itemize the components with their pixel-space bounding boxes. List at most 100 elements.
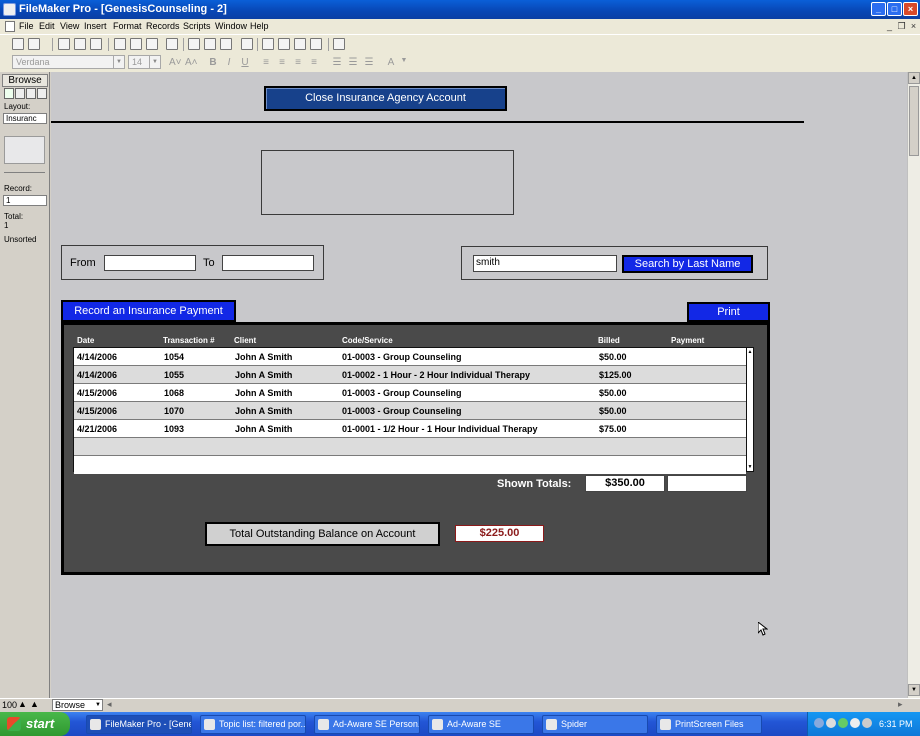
scroll-down-icon[interactable]: ▼ (747, 464, 753, 470)
zoom-level[interactable]: 100 (2, 700, 17, 710)
align-left-icon[interactable]: ≡ (260, 57, 272, 68)
menu-help[interactable]: Help (250, 20, 269, 33)
layout-tool-icon[interactable] (26, 88, 36, 99)
record-insurance-payment-button[interactable]: Record an Insurance Payment (61, 300, 236, 322)
taskbar-item[interactable]: Ad-Aware SE (428, 715, 534, 734)
bullet-list-icon[interactable]: ☰ (347, 57, 359, 68)
show-all-icon[interactable] (278, 38, 290, 50)
delete-record-icon[interactable] (220, 38, 232, 50)
find-tool-icon[interactable] (15, 88, 25, 99)
align-center-icon[interactable]: ≡ (276, 57, 288, 68)
font-dropdown[interactable]: Verdana ▼ (12, 55, 125, 69)
last-name-search-input[interactable]: smith (473, 255, 617, 272)
menu-view[interactable]: View (60, 20, 79, 33)
print-icon[interactable] (74, 38, 86, 50)
table-row[interactable]: 4/15/2006 1068 John A Smith 01-0003 - Gr… (74, 384, 746, 402)
to-date-input[interactable] (222, 255, 314, 271)
book-icon[interactable] (4, 136, 45, 164)
menu-file[interactable]: File (19, 20, 34, 33)
menu-window[interactable]: Window (215, 20, 247, 33)
text-color-icon[interactable]: A (385, 57, 397, 68)
browse-tool-icon[interactable] (4, 88, 14, 99)
scroll-right-icon[interactable]: ▸ (898, 699, 903, 710)
record-slider[interactable] (4, 172, 45, 173)
mdi-close-icon[interactable]: × (908, 21, 919, 31)
font-larger-icon[interactable]: A˄ (185, 57, 198, 68)
menu-records[interactable]: Records (146, 20, 180, 33)
spellcheck-icon[interactable] (90, 38, 102, 50)
table-row[interactable]: 4/21/2006 1093 John A Smith 01-0001 - 1/… (74, 420, 746, 438)
menu-scripts[interactable]: Scripts (183, 20, 211, 33)
security-icon[interactable] (838, 718, 848, 728)
cut-icon[interactable] (114, 38, 126, 50)
underline-icon[interactable]: U (239, 57, 251, 68)
undo-icon[interactable] (166, 38, 178, 50)
help-icon[interactable] (333, 38, 345, 50)
mode-popup[interactable]: Browse ▼ (52, 699, 103, 711)
network-icon[interactable] (826, 718, 836, 728)
tray-arrow-icon[interactable] (814, 718, 824, 728)
numbered-list-icon[interactable]: ☰ (363, 57, 375, 68)
clock-utility-icon[interactable] (862, 718, 872, 728)
copy-icon[interactable] (130, 38, 142, 50)
preview-tool-icon[interactable] (37, 88, 47, 99)
new-record-icon[interactable] (188, 38, 200, 50)
duplicate-record-icon[interactable] (204, 38, 216, 50)
table-row[interactable]: 4/14/2006 1054 John A Smith 01-0003 - Gr… (74, 348, 746, 366)
save-icon[interactable] (58, 38, 70, 50)
taskbar-item[interactable]: Topic list: filtered por... (200, 715, 306, 734)
menu-edit[interactable]: Edit (39, 20, 55, 33)
from-date-input[interactable] (104, 255, 196, 271)
scroll-up-icon[interactable]: ▲ (908, 72, 920, 84)
line-spacing-icon[interactable]: ☰ (331, 57, 343, 68)
mdi-restore-icon[interactable]: ❐ (896, 21, 907, 31)
find-icon[interactable] (241, 38, 253, 50)
search-by-last-name-button[interactable]: Search by Last Name (622, 255, 753, 273)
italic-icon[interactable]: I (223, 57, 235, 68)
taskbar-item[interactable]: PrintScreen Files (656, 715, 762, 734)
table-row[interactable]: 4/15/2006 1070 John A Smith 01-0003 - Gr… (74, 402, 746, 420)
font-smaller-icon[interactable]: A˅ (169, 57, 182, 68)
menu-insert[interactable]: Insert (84, 20, 107, 33)
layout-dropdown[interactable]: Insuranc (3, 113, 47, 124)
print-button[interactable]: Print (687, 302, 770, 322)
maximize-button[interactable]: □ (887, 2, 902, 16)
table-row[interactable]: 4/14/2006 1055 John A Smith 01-0002 - 1 … (74, 366, 746, 384)
paste-icon[interactable] (146, 38, 158, 50)
taskbar-item[interactable]: FileMaker Pro - [Gene... (86, 715, 192, 734)
omit-icon[interactable] (294, 38, 306, 50)
scroll-down-icon[interactable]: ▼ (908, 684, 920, 696)
new-file-icon[interactable] (12, 38, 24, 50)
font-size-dropdown[interactable]: 14 ▼ (128, 55, 161, 69)
scroll-left-icon[interactable]: ◂ (107, 699, 112, 710)
scroll-up-icon[interactable]: ▲ (747, 349, 753, 355)
column-header-client: Client (234, 336, 257, 345)
bold-icon[interactable]: B (207, 57, 219, 68)
portal-scrollbar[interactable]: ▲ ▼ (746, 347, 754, 472)
document-icon[interactable] (5, 21, 15, 32)
main-vertical-scrollbar[interactable]: ▲ ▼ (907, 72, 920, 698)
empty-row[interactable] (74, 456, 746, 474)
taskbar-item[interactable]: Spider (542, 715, 648, 734)
justify-icon[interactable]: ≡ (308, 57, 320, 68)
mdi-minimize-icon[interactable]: _ (884, 21, 895, 31)
zoom-out-icon[interactable]: ▲ (18, 699, 27, 709)
start-button[interactable]: start (0, 712, 70, 736)
close-account-button[interactable]: Close Insurance Agency Account (264, 86, 507, 111)
minimize-button[interactable]: _ (871, 2, 886, 16)
volume-icon[interactable] (850, 718, 860, 728)
record-number-field[interactable]: 1 (3, 195, 47, 206)
replace-icon[interactable] (310, 38, 322, 50)
empty-row[interactable] (74, 438, 746, 456)
menu-format[interactable]: Format (113, 20, 142, 33)
close-window-button[interactable]: × (903, 2, 918, 16)
mode-label[interactable]: Browse (2, 74, 48, 87)
taskbar-item[interactable]: Ad-Aware SE Person... (314, 715, 420, 734)
clock[interactable]: 6:31 PM (879, 719, 913, 729)
align-right-icon[interactable]: ≡ (292, 57, 304, 68)
zoom-in-icon[interactable]: ▲ (30, 699, 39, 709)
open-file-icon[interactable] (28, 38, 40, 50)
scroll-thumb[interactable] (909, 86, 919, 156)
sort-icon[interactable] (262, 38, 274, 50)
chevron-down-icon[interactable]: ▼ (398, 57, 410, 64)
